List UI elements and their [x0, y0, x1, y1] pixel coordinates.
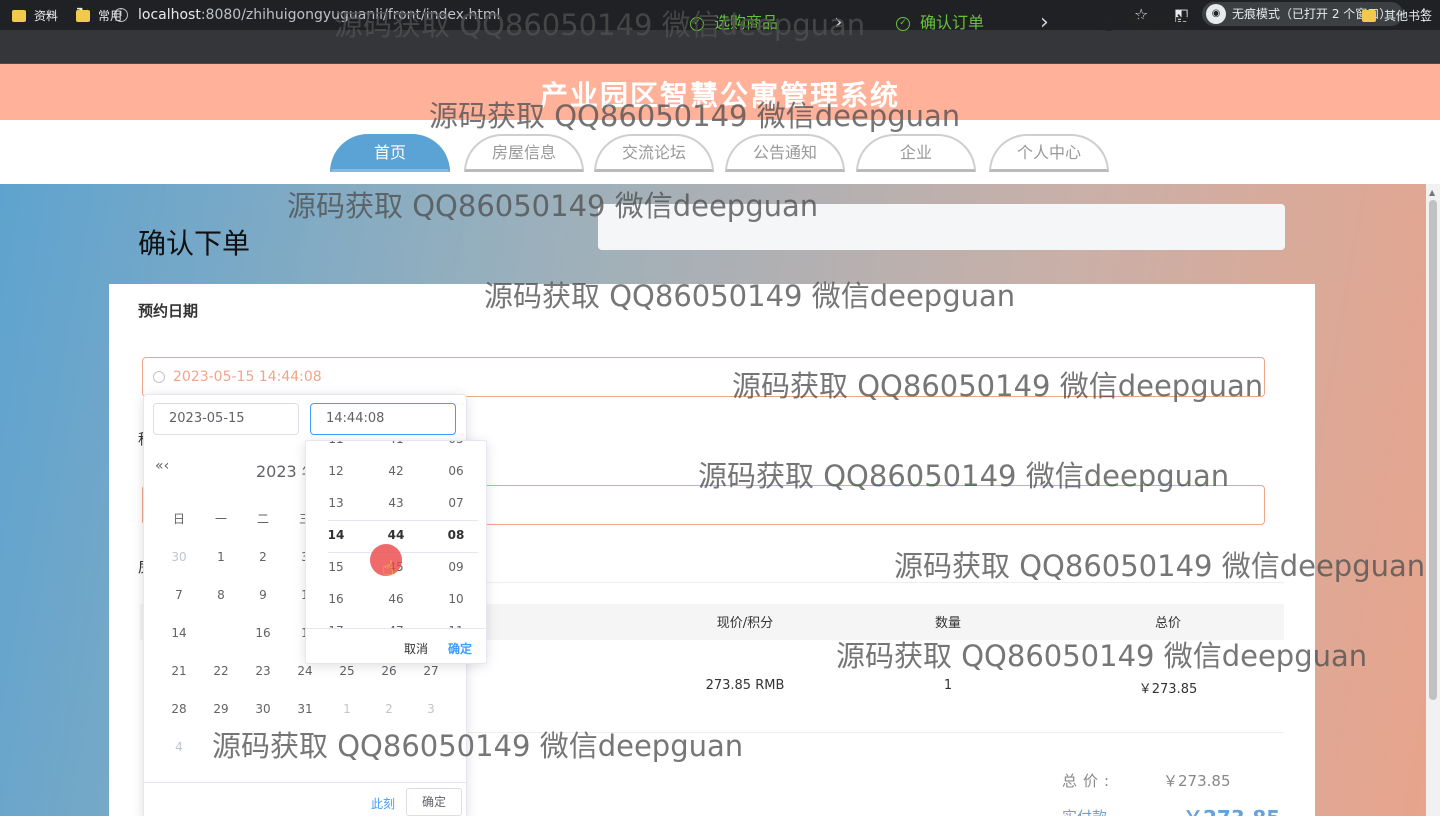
- watermark: 源码获取 QQ86050149 微信deepguan: [429, 99, 961, 133]
- bookmark-label: 资料: [34, 9, 59, 23]
- time-cancel-button[interactable]: 取消: [404, 640, 428, 657]
- calendar-day[interactable]: 29: [206, 697, 236, 721]
- prev-year-month-icon[interactable]: «‹: [155, 458, 169, 474]
- total-value: ￥273.85: [1163, 772, 1231, 790]
- calendar-day[interactable]: 1: [332, 697, 362, 721]
- bookmark-label: 常用: [98, 9, 123, 23]
- other-bookmarks[interactable]: 其他书签: [1362, 8, 1432, 24]
- nav-profile[interactable]: 个人中心: [989, 134, 1109, 172]
- picker-ok-button[interactable]: 确定: [406, 788, 462, 816]
- other-bookmarks-label: 其他书签: [1384, 9, 1433, 23]
- nav-houses[interactable]: 房屋信息: [464, 134, 584, 172]
- time-option[interactable]: 12: [316, 464, 356, 478]
- calendar-day[interactable]: 30: [248, 697, 278, 721]
- folder-icon: [76, 10, 90, 22]
- col-total: 总价: [1154, 616, 1181, 631]
- watermark: 源码获取 QQ86050149 微信deepguan: [212, 729, 744, 763]
- pay-label: 实付款: [1062, 806, 1107, 816]
- calendar-day[interactable]: 28: [164, 697, 194, 721]
- time-footer-divider: [306, 628, 486, 629]
- calendar-day[interactable]: 2: [248, 545, 278, 569]
- time-option[interactable]: 44: [376, 528, 416, 542]
- weekday-header: 日: [172, 512, 185, 526]
- time-option[interactable]: 06: [436, 464, 476, 478]
- watermark: 源码获取 QQ86050149 微信deepguan: [732, 369, 1264, 403]
- watermark: 源码获取 QQ86050149 微信deepguan: [484, 279, 1016, 313]
- circle-icon: o: [1102, 16, 1116, 31]
- calendar-day[interactable]: 7: [164, 583, 194, 607]
- col-quantity: 数量: [934, 616, 961, 631]
- date-label: 预约日期: [138, 302, 199, 320]
- picker-date-input[interactable]: 2023-05-15: [153, 403, 299, 435]
- calendar-day[interactable]: 16: [248, 621, 278, 645]
- step-label: 完成订单: [1126, 13, 1191, 32]
- weekday-header: 二: [256, 512, 269, 526]
- step-complete-order: o 完成订单: [1102, 12, 1190, 34]
- url-host: localhost: [138, 7, 201, 23]
- calendar-day[interactable]: 22: [206, 659, 236, 683]
- calendar-day[interactable]: 9: [248, 583, 278, 607]
- time-selection-line: [328, 552, 478, 553]
- now-button[interactable]: 此刻: [371, 795, 395, 812]
- chevron-right-icon: ›: [1040, 10, 1049, 35]
- time-option[interactable]: 43: [376, 496, 416, 510]
- incognito-icon: ◉: [1206, 4, 1226, 24]
- time-option[interactable]: 09: [436, 560, 476, 574]
- cell-total: ￥273.85: [1138, 682, 1198, 697]
- watermark: 源码获取 QQ86050149 微信deepguan: [698, 459, 1230, 493]
- watermark: 源码获取 QQ86050149 微信deepguan: [894, 549, 1426, 583]
- bookmark-folder[interactable]: 资料: [12, 8, 58, 24]
- folder-icon: [1362, 10, 1376, 22]
- time-option[interactable]: 15: [316, 560, 356, 574]
- calendar-day[interactable]: 23: [248, 659, 278, 683]
- watermark: 源码获取 QQ86050149 微信deepguan: [334, 8, 866, 42]
- calendar-day[interactable]: 1: [206, 545, 236, 569]
- nav-company[interactable]: 企业: [856, 134, 976, 172]
- bookmark-folder[interactable]: 常用: [76, 8, 122, 24]
- nav-notices[interactable]: 公告通知: [725, 134, 845, 172]
- nav-home[interactable]: 首页: [330, 134, 450, 172]
- calendar-day[interactable]: 2: [374, 697, 404, 721]
- page-scrollbar[interactable]: ▲: [1426, 184, 1440, 816]
- calendar-day[interactable]: 8: [206, 583, 236, 607]
- calendar-day[interactable]: 14: [164, 621, 194, 645]
- time-option[interactable]: 08: [436, 528, 476, 542]
- calendar-day[interactable]: 21: [164, 659, 194, 683]
- picker-time-input[interactable]: 14:44:08: [310, 403, 456, 435]
- calendar-day[interactable]: 4: [164, 735, 194, 759]
- folder-icon: [12, 10, 26, 22]
- step-label: 确认订单: [920, 13, 985, 32]
- calendar-day[interactable]: 30: [164, 545, 194, 569]
- cell-quantity: 1: [943, 678, 953, 693]
- hand-cursor-icon: ☝: [382, 556, 395, 580]
- pay-value: ￥273.85: [1183, 802, 1280, 816]
- picker-footer-divider: [143, 782, 467, 783]
- time-selection-line: [328, 520, 478, 521]
- time-option[interactable]: 16: [316, 592, 356, 606]
- time-option[interactable]: 46: [376, 592, 416, 606]
- col-price: 现价/积分: [716, 616, 774, 631]
- watermark: 源码获取 QQ86050149 微信deepguan: [287, 189, 819, 223]
- time-option[interactable]: 10: [436, 592, 476, 606]
- watermark: 源码获取 QQ86050149 微信deepguan: [836, 639, 1368, 673]
- total-label: 总价:: [1062, 772, 1116, 790]
- weekday-header: 一: [214, 512, 227, 526]
- time-option[interactable]: 13: [316, 496, 356, 510]
- check-circle-icon: ✓: [896, 16, 910, 31]
- clock-icon: [153, 371, 165, 383]
- time-option[interactable]: 14: [316, 528, 356, 542]
- scroll-up-icon[interactable]: ▲: [1429, 188, 1435, 197]
- calendar-day[interactable]: 15: [206, 621, 236, 645]
- scroll-thumb[interactable]: [1429, 200, 1437, 700]
- cell-price: 273.85 RMB: [705, 678, 785, 693]
- time-ok-button[interactable]: 确定: [448, 640, 472, 657]
- time-option[interactable]: 07: [436, 496, 476, 510]
- calendar-day[interactable]: 31: [290, 697, 320, 721]
- calendar-day[interactable]: 3: [416, 697, 446, 721]
- date-value: 2023-05-15 14:44:08: [173, 369, 322, 385]
- time-option[interactable]: 42: [376, 464, 416, 478]
- nav-forum[interactable]: 交流论坛: [594, 134, 714, 172]
- step-confirm-order: ✓ 确认订单: [896, 12, 984, 34]
- page-title: 确认下单: [138, 227, 251, 260]
